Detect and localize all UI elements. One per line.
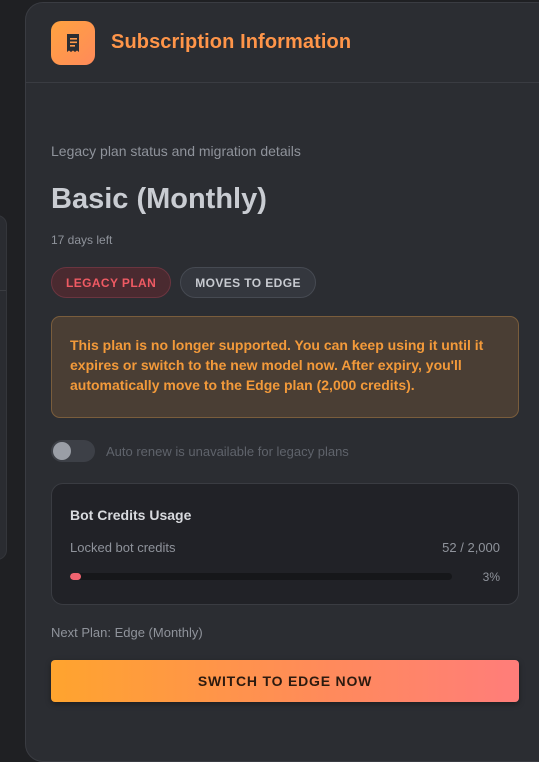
usage-percent: 3% bbox=[482, 570, 500, 584]
plan-name: Basic (Monthly) bbox=[51, 183, 267, 215]
auto-renew-row: Auto renew is unavailable for legacy pla… bbox=[51, 440, 349, 462]
toggle-knob bbox=[53, 442, 71, 460]
usage-progress-fill bbox=[70, 573, 82, 580]
usage-count: 52 / 2,000 bbox=[442, 540, 500, 555]
auto-renew-label: Auto renew is unavailable for legacy pla… bbox=[106, 443, 349, 459]
usage-progress-bar bbox=[70, 573, 452, 580]
legacy-warning: This plan is no longer supported. You ca… bbox=[51, 316, 519, 418]
legacy-plan-badge: LEGACY PLAN bbox=[51, 267, 172, 298]
subscription-panel: Subscription Information Legacy plan sta… bbox=[25, 2, 539, 762]
auto-renew-toggle[interactable] bbox=[51, 440, 95, 462]
bot-credits-usage-card: Bot Credits Usage Locked bot credits 52 … bbox=[51, 483, 519, 605]
background-card bbox=[0, 215, 7, 560]
plan-subtitle: Legacy plan status and migration details bbox=[51, 143, 301, 159]
panel-header: Subscription Information bbox=[26, 3, 539, 83]
page-title: Subscription Information bbox=[111, 31, 352, 53]
usage-title: Bot Credits Usage bbox=[70, 507, 192, 523]
divider bbox=[0, 290, 6, 291]
moves-to-edge-badge: MOVES TO EDGE bbox=[180, 267, 316, 298]
switch-to-edge-button[interactable]: SWITCH TO EDGE NOW bbox=[51, 660, 519, 702]
usage-label: Locked bot credits bbox=[70, 540, 176, 555]
next-plan: Next Plan: Edge (Monthly) bbox=[51, 625, 203, 640]
status-badges: LEGACY PLAN MOVES TO EDGE bbox=[51, 267, 316, 298]
days-left: 17 days left bbox=[51, 233, 113, 247]
receipt-icon bbox=[51, 20, 95, 65]
